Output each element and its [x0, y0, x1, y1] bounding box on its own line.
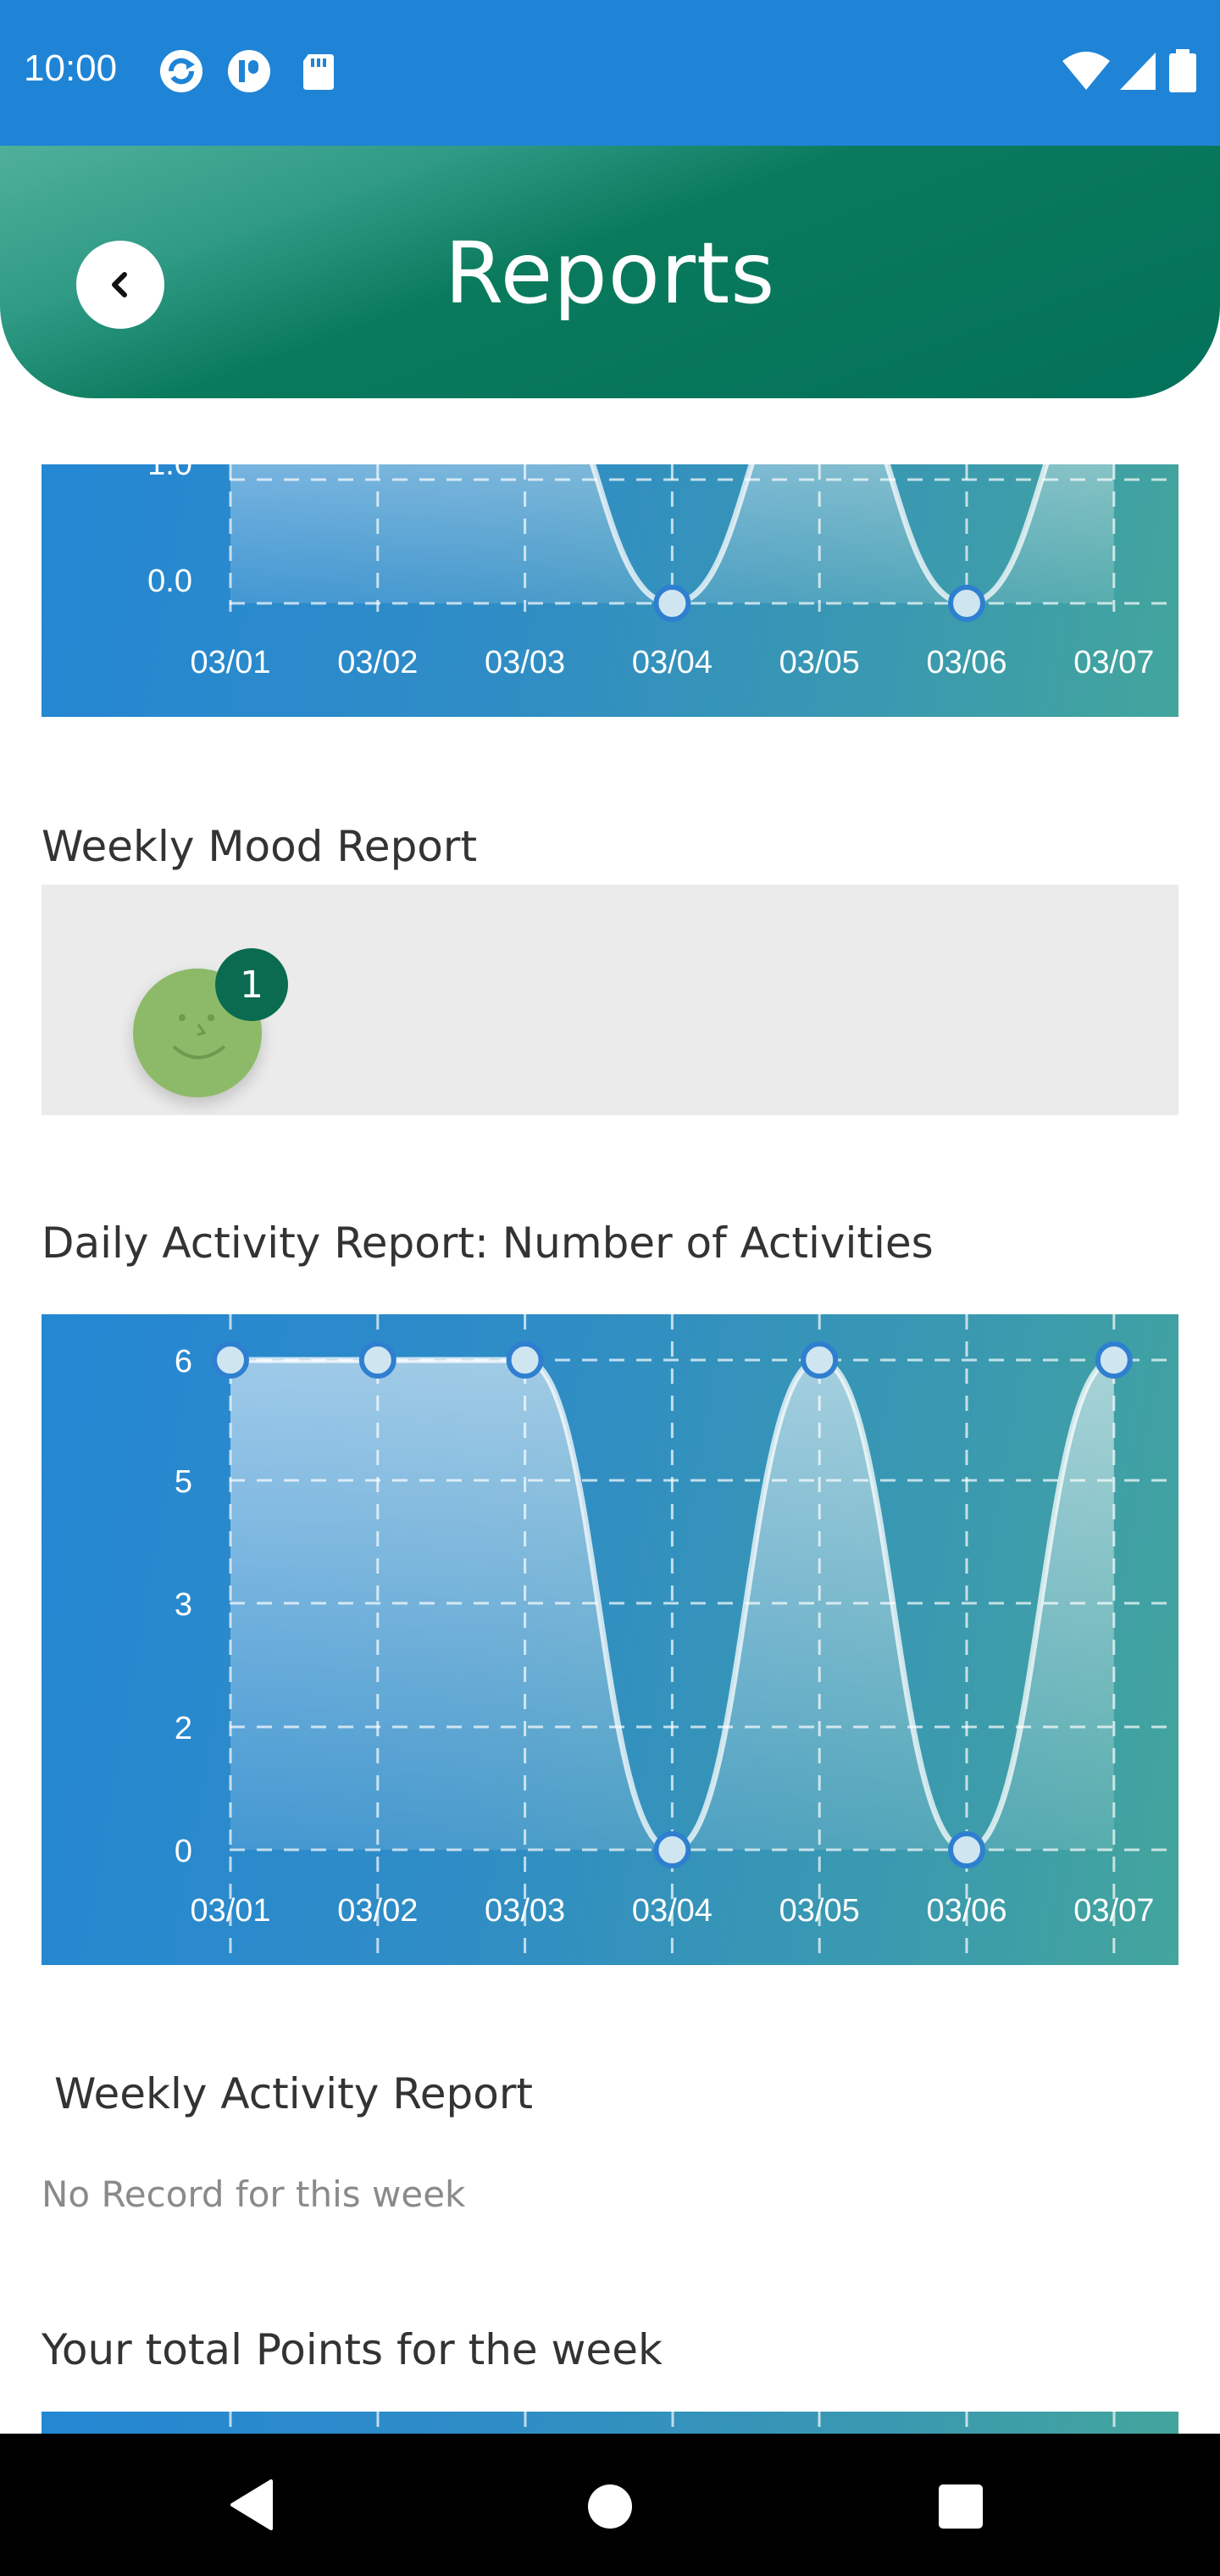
data-point	[1095, 1341, 1133, 1379]
x-tick-label: 03/06	[926, 1893, 1006, 1929]
x-tick-label: 03/07	[1073, 645, 1154, 680]
data-point	[358, 1341, 396, 1379]
x-tick-label: 03/05	[779, 1893, 860, 1929]
weekly-activity-empty-text: No Record for this week	[42, 2174, 466, 2215]
x-tick-label: 03/01	[190, 1893, 270, 1929]
signal-icon	[1120, 53, 1156, 90]
top-chart-svg: 1.0 0.0 03/01 03/02 03/03 03/04 03/05 03/06 03/0…	[147, 464, 1178, 680]
page-title: Reports	[444, 224, 776, 323]
sync-icon	[160, 50, 202, 92]
back-triangle-icon[interactable]	[227, 2478, 278, 2532]
x-tick-label: 03/01	[190, 645, 270, 680]
data-point	[653, 585, 691, 622]
data-point	[653, 1831, 691, 1868]
sd-card-icon	[303, 54, 334, 90]
mood-report-title: Weekly Mood Report	[42, 822, 478, 871]
x-tick-label: 03/03	[485, 645, 565, 680]
battery-icon	[1169, 49, 1196, 92]
top-chart: 1.0 0.0 03/01 03/02 03/03 03/04 03/05 03/06 03/0…	[42, 464, 1178, 717]
x-tick-label: 03/06	[926, 645, 1006, 680]
daily-activity-chart-svg: 6 5 3 2 0 03/01 03/02 03/03 03/04 03/05 03/06 03/07	[175, 1314, 1178, 1965]
app-header: Reports	[0, 146, 1220, 398]
navigation-bar	[0, 2434, 1220, 2576]
x-tick-label: 03/04	[632, 1893, 713, 1929]
wifi-icon	[1062, 52, 1110, 90]
home-circle-icon[interactable]	[586, 2483, 634, 2530]
x-tick-label: 03/03	[485, 1893, 565, 1929]
mood-count-badge: 1	[215, 948, 288, 1021]
data-point	[948, 585, 985, 622]
x-tick-label: 03/02	[337, 645, 418, 680]
y-tick-label: 3	[175, 1587, 192, 1623]
status-time: 10:00	[24, 47, 118, 89]
y-tick-label: 6	[175, 1344, 192, 1380]
y-tick-label: 1.0	[147, 464, 192, 482]
data-point	[801, 1341, 839, 1379]
daily-activity-title: Daily Activity Report: Number of Activit…	[42, 1219, 934, 1268]
points-title: Your total Points for the week	[42, 2325, 663, 2374]
daily-activity-chart: 6 5 3 2 0 03/01 03/02 03/03 03/04 03/05 03/06 03/07	[42, 1314, 1178, 1965]
y-tick-label: 0	[175, 1834, 192, 1869]
recents-square-icon[interactable]	[937, 2483, 984, 2530]
data-point	[948, 1831, 985, 1868]
mood-report-panel: 1	[42, 885, 1178, 1115]
status-bar: 10:00	[0, 0, 1220, 146]
y-tick-label: 2	[175, 1711, 192, 1746]
x-tick-label: 03/02	[337, 1893, 418, 1929]
x-tick-label: 03/04	[632, 645, 713, 680]
data-point	[506, 1341, 544, 1379]
x-tick-label: 03/05	[779, 645, 860, 680]
y-tick-label: 0.0	[147, 564, 192, 599]
app-icon	[228, 50, 270, 92]
weekly-activity-title: Weekly Activity Report	[54, 2069, 533, 2118]
y-tick-label: 5	[175, 1464, 192, 1500]
x-tick-label: 03/07	[1073, 1893, 1154, 1929]
data-point	[212, 1341, 249, 1379]
